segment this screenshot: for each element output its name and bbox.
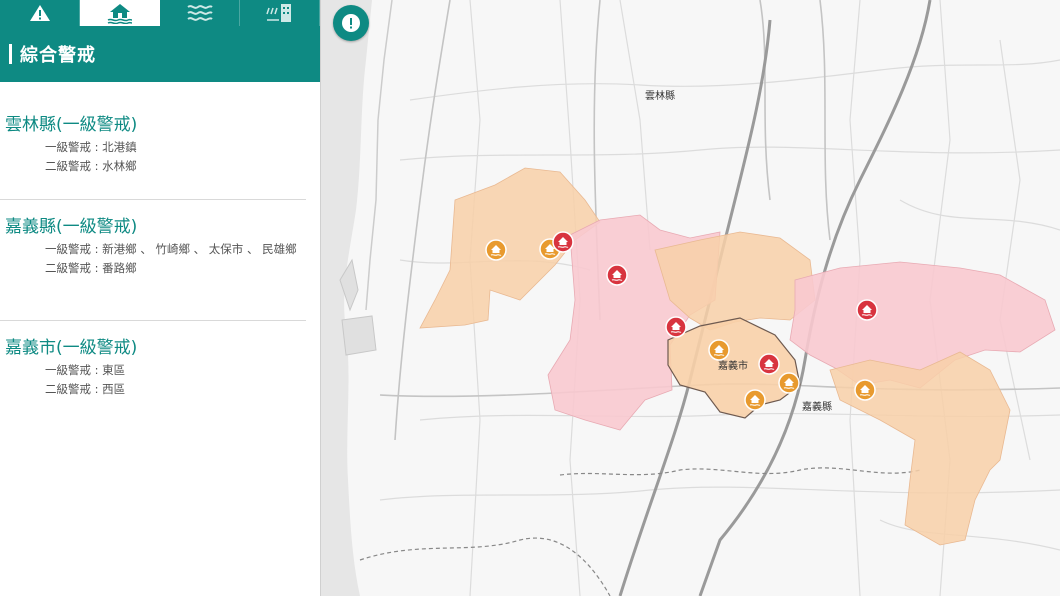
tab-flood-house[interactable]	[80, 0, 160, 26]
label-chiayi-county: 嘉義縣	[802, 400, 832, 413]
marker-level2[interactable]	[854, 379, 876, 401]
warning-level-1: 一級警戒 : 新港鄉 、 竹崎鄉 、 太保市 、 民雄鄉	[45, 242, 297, 256]
marker-level1[interactable]	[856, 299, 878, 321]
tab-warning[interactable]	[0, 0, 80, 26]
waves-icon	[186, 5, 213, 21]
divider	[0, 199, 306, 200]
tab-bar	[0, 0, 320, 26]
county-name[interactable]: 嘉義市(一級警戒)	[0, 337, 320, 359]
tab-waves[interactable]	[160, 0, 240, 26]
map-warning-button[interactable]	[333, 5, 369, 41]
label-chiayi-city: 嘉義市	[718, 359, 748, 372]
marker-level2[interactable]	[485, 239, 507, 261]
warning-level-1: 一級警戒 : 北港鎮	[45, 140, 137, 154]
tab-rain-building[interactable]	[240, 0, 320, 26]
marker-level1[interactable]	[606, 264, 628, 286]
label-yunlin: 雲林縣	[645, 89, 675, 102]
county-name[interactable]: 雲林縣(一級警戒)	[0, 114, 320, 136]
divider	[0, 320, 306, 321]
county-section-chiayi-city[interactable]: 嘉義市(一級警戒) 一級警戒 : 東區 二級警戒 : 西區	[0, 337, 320, 397]
rain-building-icon	[265, 4, 291, 22]
warning-icon	[29, 5, 50, 21]
marker-level1[interactable]	[758, 353, 780, 375]
warning-level-1: 一級警戒 : 東區	[45, 363, 126, 377]
marker-level1[interactable]	[665, 316, 687, 338]
warning-level-2: 二級警戒 : 水林鄉	[45, 159, 137, 173]
county-name[interactable]: 嘉義縣(一級警戒)	[0, 216, 320, 238]
marker-level2[interactable]	[708, 339, 730, 361]
warning-level-2: 二級警戒 : 番路鄉	[45, 261, 137, 275]
panel-header: 綜合警戒	[0, 26, 320, 82]
panel-title: 綜合警戒	[20, 45, 96, 66]
warning-icon	[342, 14, 360, 32]
side-panel: 綜合警戒 雲林縣(一級警戒) 一級警戒 : 北港鎮 二級警戒 : 水林鄉 嘉義縣…	[0, 0, 321, 596]
county-section-chiayi-county[interactable]: 嘉義縣(一級警戒) 一級警戒 : 新港鄉 、 竹崎鄉 、 太保市 、 民雄鄉 二…	[0, 216, 320, 276]
marker-level1[interactable]	[552, 231, 574, 253]
marker-level2[interactable]	[744, 389, 766, 411]
header-accent-bar	[9, 44, 12, 64]
marker-level2[interactable]	[778, 372, 800, 394]
flood-house-icon	[107, 4, 132, 24]
county-section-yunlin[interactable]: 雲林縣(一級警戒) 一級警戒 : 北港鎮 二級警戒 : 水林鄉	[0, 114, 320, 174]
warning-level-2: 二級警戒 : 西區	[45, 382, 126, 396]
